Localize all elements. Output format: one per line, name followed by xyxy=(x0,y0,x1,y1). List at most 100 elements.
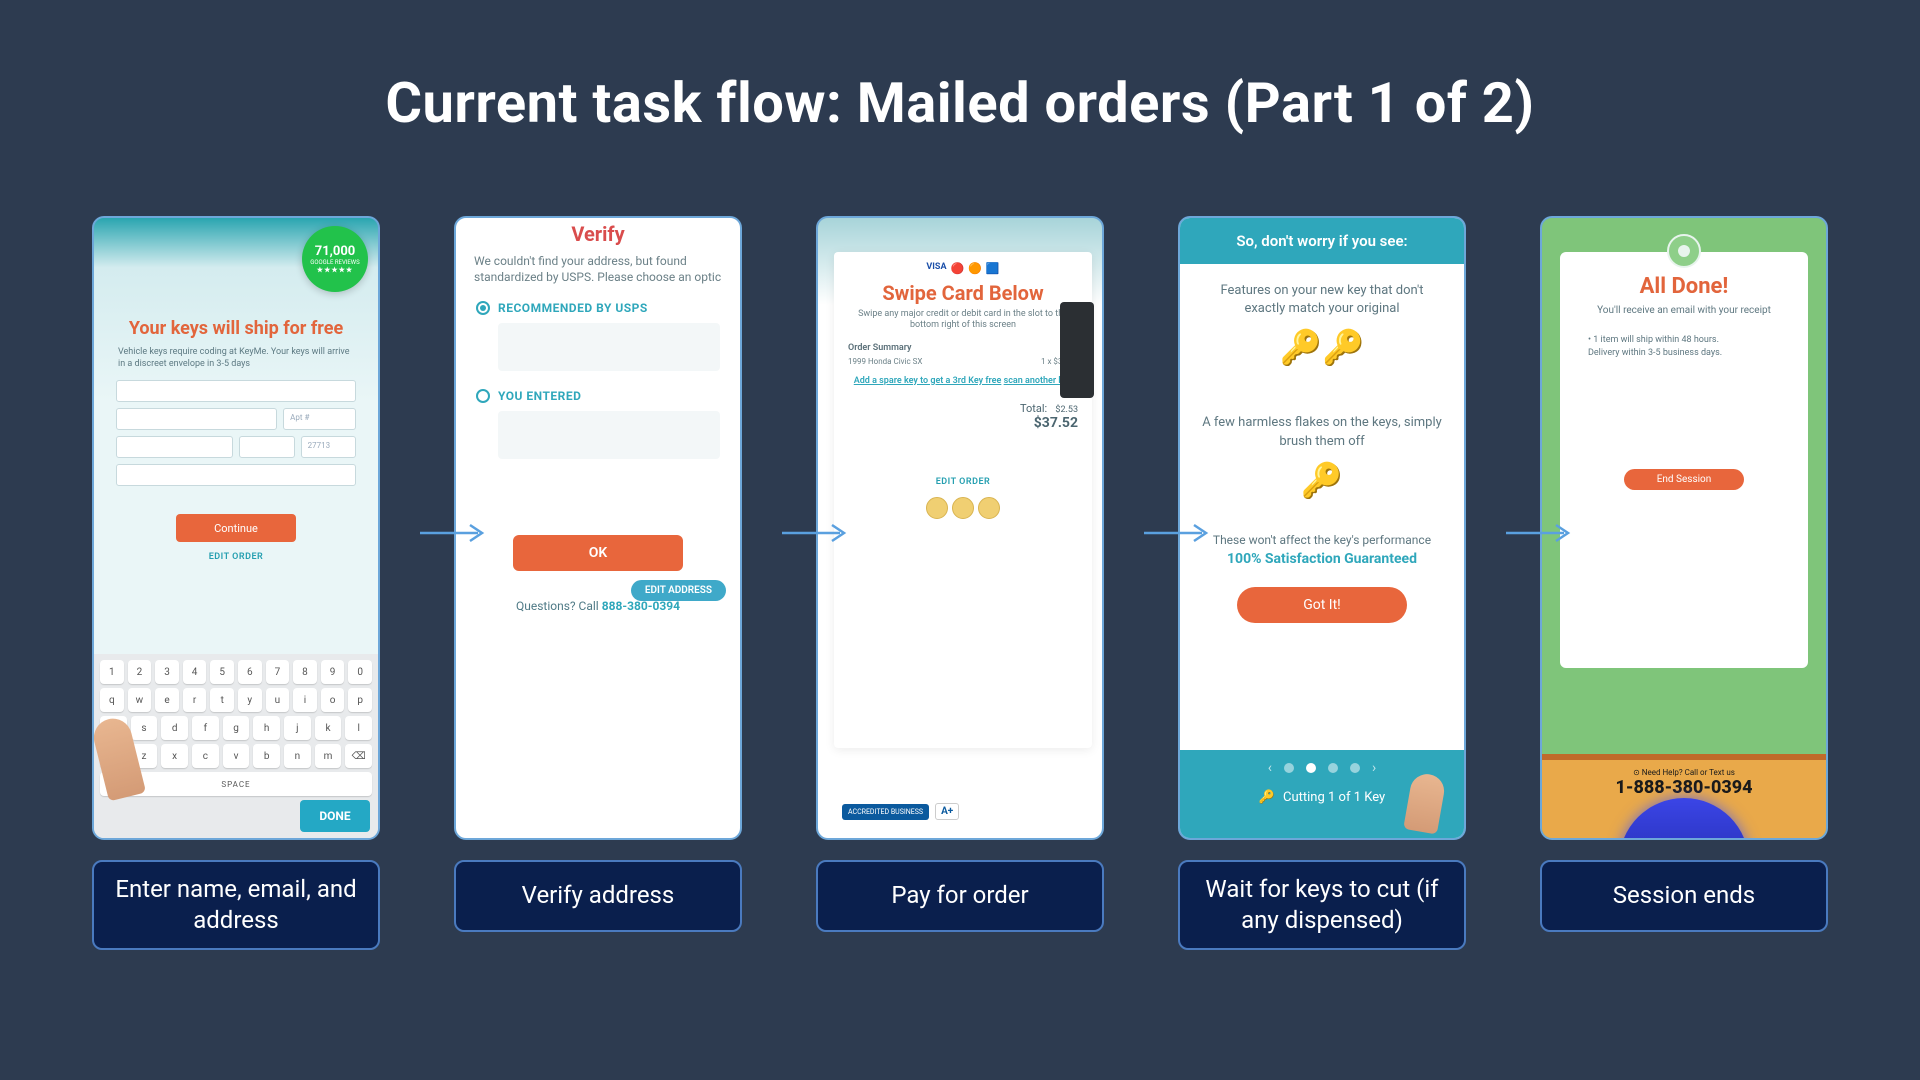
key[interactable]: 2 xyxy=(128,660,152,684)
key[interactable]: l xyxy=(345,716,372,740)
task-flow: 71,000 GOOGLE REVIEWS ★★★★★ Your keys wi… xyxy=(0,216,1920,950)
key[interactable]: d xyxy=(161,716,188,740)
key[interactable]: t xyxy=(210,688,234,712)
address-form: Apt # 27713 xyxy=(94,370,378,502)
option-entered[interactable]: YOU ENTERED xyxy=(476,389,720,403)
page-dot[interactable] xyxy=(1328,763,1338,773)
key[interactable]: x xyxy=(161,744,188,768)
page-title: Current task flow: Mailed orders (Part 1… xyxy=(0,0,1920,136)
star-icon: ★★★★★ xyxy=(317,266,353,274)
key[interactable]: s xyxy=(131,716,158,740)
key[interactable]: 6 xyxy=(238,660,262,684)
key[interactable]: 3 xyxy=(155,660,179,684)
key[interactable]: 8 xyxy=(293,660,317,684)
key[interactable]: k xyxy=(315,716,342,740)
chevron-left-icon[interactable]: ‹ xyxy=(1268,760,1272,776)
swipe-sub: Swipe any major credit or debit card in … xyxy=(858,309,1068,331)
key[interactable]: v xyxy=(223,744,250,768)
edit-order-link[interactable]: EDIT ORDER xyxy=(94,552,378,562)
got-it-button[interactable]: Got It! xyxy=(1237,587,1407,623)
key[interactable]: c xyxy=(192,744,219,768)
zip-field[interactable]: 27713 xyxy=(301,436,356,458)
onscreen-keyboard: 1234567890 qwertyuiop asdfghjkl ⇧zxcvbnm… xyxy=(94,654,378,838)
trust-badges xyxy=(848,497,1078,519)
help-bar: ⊙ Need Help? Call or Text us 1-888-380-0… xyxy=(1542,754,1826,838)
page-dot[interactable] xyxy=(1306,763,1316,773)
arrow-icon xyxy=(1506,521,1576,545)
address-options: RECOMMENDED BY USPS YOU ENTERED xyxy=(456,285,740,493)
screenshot-pay: VISA🔴🟠🟦 Swipe Card Below Swipe any major… xyxy=(816,216,1104,840)
badge-sub: GOOGLE REVIEWS xyxy=(310,259,359,266)
discover-icon: 🟠 xyxy=(968,262,982,275)
keyboard-done-button[interactable]: DONE xyxy=(300,800,370,832)
continue-button[interactable]: Continue xyxy=(176,514,296,542)
key[interactable]: f xyxy=(192,716,219,740)
page-dot[interactable] xyxy=(1284,763,1294,773)
done-panel: All Done! You'll receive an email with y… xyxy=(1560,252,1808,668)
step-2: Verify We couldn't find your address, bu… xyxy=(454,216,742,932)
key[interactable]: p xyxy=(348,688,372,712)
key[interactable]: m xyxy=(315,744,342,768)
chevron-right-icon[interactable]: › xyxy=(1372,760,1376,776)
entered-address-box xyxy=(498,411,720,459)
mastercard-icon: 🔴 xyxy=(951,262,965,275)
caption-4: Wait for keys to cut (if any dispensed) xyxy=(1178,860,1466,950)
key[interactable]: n xyxy=(284,744,311,768)
name-field[interactable] xyxy=(116,380,356,402)
step-5: All Done! You'll receive an email with y… xyxy=(1540,216,1828,932)
key[interactable]: g xyxy=(223,716,250,740)
pager: ‹ › 🔑Cutting 1 of 1 Key xyxy=(1180,750,1464,838)
finger-illustration xyxy=(1403,771,1447,834)
visa-icon: VISA xyxy=(926,262,946,275)
info-text: Features on your new key that don't exac… xyxy=(1202,282,1442,318)
key[interactable]: i xyxy=(293,688,317,712)
key[interactable]: 7 xyxy=(266,660,290,684)
step-4: So, don't worry if you see: Features on … xyxy=(1178,216,1466,950)
caption-2: Verify address xyxy=(454,860,742,932)
end-session-button[interactable]: End Session xyxy=(1624,469,1744,490)
ok-button[interactable]: OK xyxy=(513,535,683,571)
phone-number: 888-380-0394 xyxy=(602,599,680,613)
caption-3: Pay for order xyxy=(816,860,1104,932)
key[interactable]: 1 xyxy=(100,660,124,684)
option-usps[interactable]: RECOMMENDED BY USPS xyxy=(476,301,720,315)
perf-text: These won't affect the key's performance xyxy=(1202,533,1442,547)
card-logos: VISA🔴🟠🟦 xyxy=(848,262,1078,275)
page-dot[interactable] xyxy=(1350,763,1360,773)
key[interactable]: e xyxy=(155,688,179,712)
key[interactable]: h xyxy=(253,716,280,740)
key[interactable]: w xyxy=(128,688,152,712)
edit-order-link[interactable]: EDIT ORDER xyxy=(848,477,1078,487)
arrow-icon xyxy=(1144,521,1214,545)
key[interactable]: b xyxy=(253,744,280,768)
key[interactable]: u xyxy=(266,688,290,712)
key[interactable]: 0 xyxy=(348,660,372,684)
screenshot-done: All Done! You'll receive an email with y… xyxy=(1540,216,1828,840)
section-1: Features on your new key that don't exac… xyxy=(1180,264,1464,396)
apt-field[interactable]: Apt # xyxy=(283,408,356,430)
city-field[interactable] xyxy=(116,436,233,458)
state-field[interactable] xyxy=(239,436,294,458)
key[interactable]: y xyxy=(238,688,262,712)
order-line: 1999 Honda Civic SX1 x $34.99 xyxy=(848,357,1078,366)
radio-icon xyxy=(476,389,490,403)
key[interactable]: 4 xyxy=(183,660,207,684)
key[interactable]: 5 xyxy=(210,660,234,684)
info-text: A few harmless flakes on the keys, simpl… xyxy=(1202,414,1442,450)
arrow-icon xyxy=(782,521,852,545)
key[interactable]: o xyxy=(321,688,345,712)
edit-address-button[interactable]: EDIT ADDRESS xyxy=(631,580,726,601)
satisfaction-text: 100% Satisfaction Guaranteed xyxy=(1202,551,1442,567)
key[interactable]: r xyxy=(183,688,207,712)
key[interactable]: q xyxy=(100,688,124,712)
key[interactable]: j xyxy=(284,716,311,740)
badge-icon xyxy=(952,497,974,519)
email-field[interactable] xyxy=(116,464,356,486)
backspace-key[interactable]: ⌫ xyxy=(345,744,372,768)
screenshot-wait: So, don't worry if you see: Features on … xyxy=(1178,216,1466,840)
section-2: A few harmless flakes on the keys, simpl… xyxy=(1180,396,1464,528)
key-icon: 🔑 xyxy=(1259,790,1275,805)
ship-subtitle: Vehicle keys require coding at KeyMe. Yo… xyxy=(94,339,378,370)
street-field[interactable] xyxy=(116,408,277,430)
key[interactable]: 9 xyxy=(321,660,345,684)
